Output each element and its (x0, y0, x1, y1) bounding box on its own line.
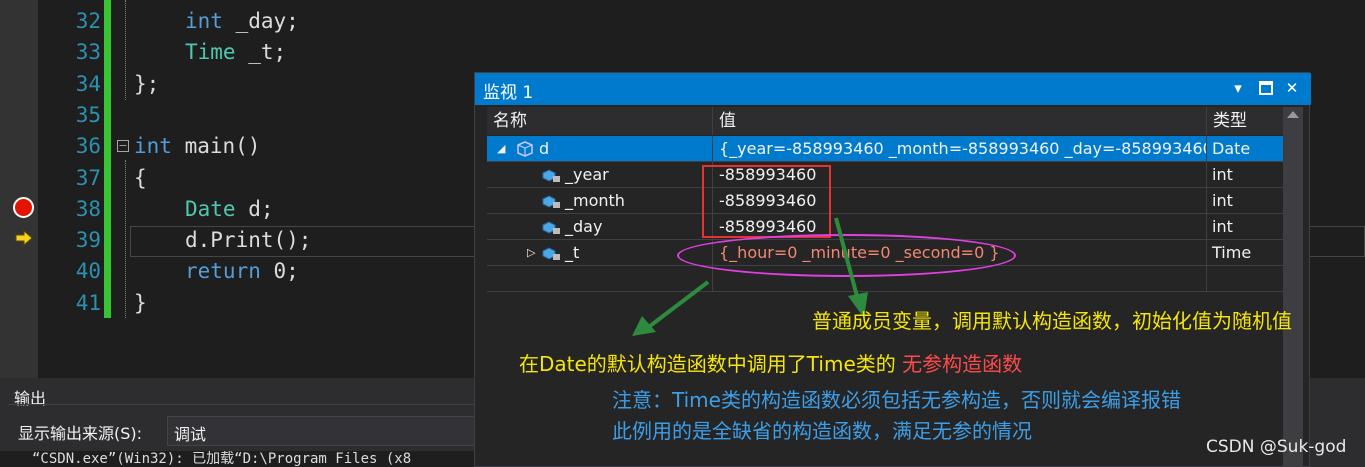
watch-row[interactable]: _month -858993460 int (487, 188, 1283, 214)
vertical-scrollbar[interactable] (1283, 107, 1303, 467)
watch-cell-name[interactable] (487, 266, 713, 292)
line-numbers: 32 33 34 35 36 37 38 39 40 41 (38, 0, 104, 378)
close-icon[interactable]: ✕ (1281, 77, 1303, 99)
code-line[interactable]: { (134, 163, 147, 194)
collapse-icon[interactable]: − (117, 140, 129, 152)
watch-cell-type: int (1212, 191, 1233, 210)
code-line[interactable]: }; (134, 69, 159, 100)
annotation-note-explanation: 此例用的是全缺省的构造函数，满足无参的情况 (612, 419, 1032, 443)
column-header-value[interactable]: 值 (713, 107, 1207, 135)
watch-variable-name: _t (565, 243, 580, 262)
code-line[interactable]: return 0; (185, 256, 299, 287)
indent-guide (125, 0, 126, 100)
breakpoint-gutter[interactable] (0, 0, 38, 378)
maximize-icon[interactable] (1255, 77, 1277, 99)
watch-variable-name: d (539, 139, 550, 158)
watch-cell-type: Date (1212, 139, 1251, 158)
column-header-name[interactable]: 名称 (487, 107, 713, 135)
object-icon (517, 141, 533, 157)
watch-cell-name[interactable]: _day (487, 214, 713, 240)
line-number: 35 (75, 102, 101, 127)
code-line[interactable]: Date d; (185, 194, 274, 225)
output-source-label: 显示输出来源(S): (18, 424, 143, 443)
code-token: d.Print(); (185, 228, 312, 253)
code-line[interactable]: } (134, 288, 147, 319)
output-panel-title: 输出 (14, 389, 47, 408)
code-token: }; (134, 71, 160, 96)
watch-row[interactable]: ◢ d {_year=-858993460 _month=-858993460 _d… (487, 136, 1283, 162)
collapse-arrow-icon[interactable]: ◢ (497, 136, 505, 162)
change-tracking-bar (104, 0, 111, 318)
expand-arrow-icon[interactable]: ▷ (527, 240, 535, 266)
code-token: int (185, 9, 223, 33)
annotation-note-default-ctor: 在Date的默认构造函数中调用了Time类的 无参构造函数 (519, 348, 1022, 377)
code-token: main() (171, 134, 261, 159)
code-token: Date (185, 196, 236, 221)
scroll-up-icon[interactable] (1287, 111, 1299, 118)
line-number: 33 (75, 40, 101, 65)
watch-variable-name: _year (565, 165, 609, 184)
highlight-ellipse (677, 234, 1016, 277)
watch-cell-name[interactable]: ◢ d (487, 136, 713, 162)
line-number: 38 (75, 196, 101, 221)
field-icon (542, 169, 560, 182)
code-line[interactable]: int main() (134, 131, 260, 162)
code-token: { (134, 165, 147, 190)
code-line[interactable]: int _day; (185, 6, 299, 37)
current-statement-arrow-icon (15, 230, 33, 246)
field-icon (542, 195, 560, 208)
column-header-type[interactable]: 类型 (1207, 107, 1283, 135)
line-number: 34 (75, 71, 101, 96)
annotation-note-default-ctor-prefix: 在Date的默认构造函数中调用了Time类的 (519, 352, 903, 376)
watch-variable-name: _month (565, 191, 625, 210)
watch-cell-type: int (1212, 165, 1233, 184)
line-number: 41 (75, 290, 101, 315)
code-token: d; (235, 196, 274, 221)
line-number: 39 (75, 228, 101, 253)
annotation-note-default-ctor-highlight: 无参构造函数 (902, 352, 1023, 376)
field-icon (542, 247, 560, 260)
line-number: 32 (75, 9, 101, 33)
annotation-note-member-vars: 普通成员变量，调用默认构造函数，初始化值为随机值 (812, 309, 1292, 333)
indent-guide (125, 160, 126, 318)
field-icon (542, 221, 560, 234)
code-token: 0; (260, 259, 299, 284)
code-token: Time (185, 40, 236, 65)
watch-cell-value[interactable]: {_year=-858993460 _month=-858993460 _day… (713, 136, 1207, 162)
line-number: 36 (75, 134, 101, 159)
watermark: CSDN @Suk-god (1206, 437, 1347, 457)
code-token: _t; (235, 40, 287, 65)
watch-variable-name: _day (565, 217, 603, 236)
window-menu-dropdown-icon[interactable]: ▾ (1227, 77, 1249, 99)
output-source-value: 调试 (174, 425, 207, 444)
output-source-dropdown[interactable]: 调试 (167, 416, 477, 446)
watch-row[interactable]: _year -858993460 int (487, 162, 1283, 188)
output-title-divider (8, 404, 478, 405)
line-number: 37 (75, 165, 101, 190)
code-token: } (134, 290, 147, 315)
code-token: int (134, 134, 172, 159)
code-token: _day; (222, 9, 299, 33)
watch-cell-name[interactable]: _month (487, 188, 713, 214)
watch-cell-name[interactable]: _year (487, 162, 713, 188)
watch-cell-type (1207, 266, 1283, 292)
watch-title-bar[interactable]: 监视 1 ▾ ✕ (475, 73, 1311, 105)
watch-cell-type: Time (1212, 243, 1252, 262)
code-token: return (185, 259, 261, 284)
code-line[interactable]: Time _t; (185, 37, 286, 68)
line-number: 40 (75, 259, 101, 284)
code-line[interactable]: d.Print(); (185, 225, 311, 256)
highlight-box (702, 165, 831, 238)
watch-window-title: 监视 1 (483, 83, 534, 103)
breakpoint-icon[interactable] (13, 197, 34, 218)
annotation-note-warning: 注意：Time类的构造函数必须包括无参构造，否则就会编译报错 (612, 388, 1181, 412)
watch-cell-type: int (1212, 217, 1233, 236)
output-log-line: “CSDN.exe”(Win32): 已加载“D:\Program Files … (0, 451, 475, 467)
